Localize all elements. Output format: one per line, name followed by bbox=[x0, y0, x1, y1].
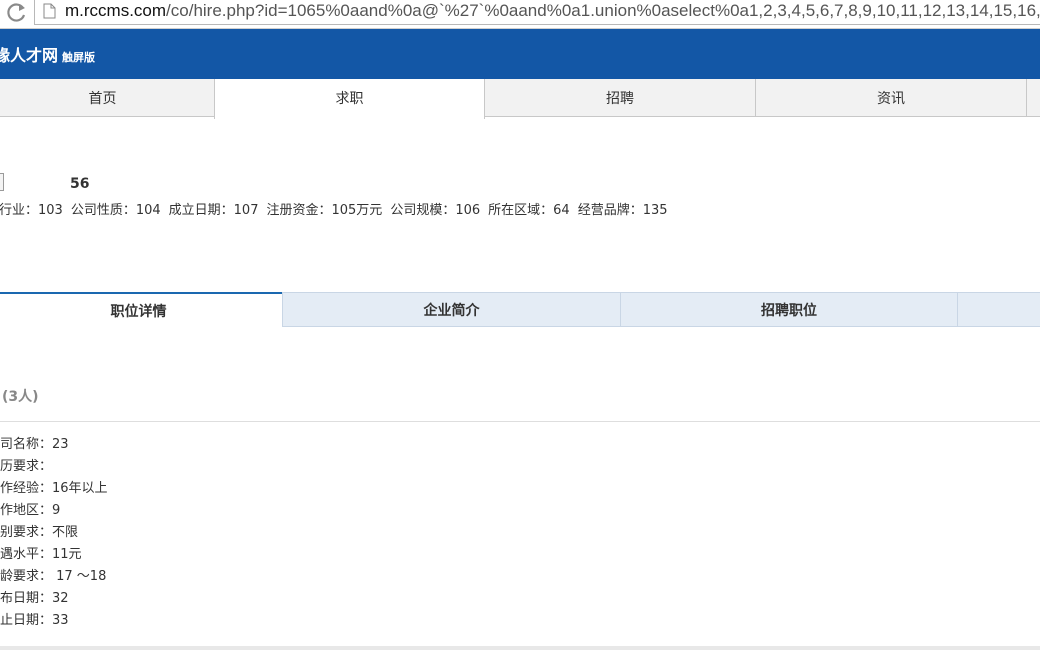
company-industry: 属行业：103 bbox=[0, 203, 63, 218]
hire-count: (3人) bbox=[2, 389, 39, 405]
site-name: 缘人才网 bbox=[0, 46, 59, 65]
detail-experience: 作经验：16年以上 bbox=[0, 481, 108, 496]
tab-job-openings[interactable]: 招聘职位 bbox=[620, 292, 958, 327]
tab-company-intro[interactable]: 企业简介 bbox=[282, 292, 621, 327]
company-region: 所在区域：64 bbox=[488, 203, 570, 218]
nav-tab-label: 招聘 bbox=[606, 91, 634, 107]
browser-address-bar: m.rccms.com/co/hire.php?id=1065%0aand%0a… bbox=[0, 0, 1040, 29]
company-size: 公司规模：106 bbox=[390, 203, 481, 218]
nav-tab-news[interactable]: 资讯 bbox=[755, 79, 1027, 117]
page-icon bbox=[43, 3, 56, 19]
detail-publish-date: 布日期：32 bbox=[0, 591, 69, 606]
reload-icon[interactable] bbox=[3, 0, 31, 24]
main-nav: 首页 求职 招聘 资讯 bbox=[0, 79, 1040, 119]
company-brand: 经营品牌：135 bbox=[577, 203, 668, 218]
detail-tabs: 职位详情 企业简介 招聘职位 bbox=[0, 292, 1040, 327]
broken-image-icon bbox=[0, 173, 4, 191]
company-name: 56 bbox=[70, 176, 90, 192]
detail-age: 龄要求： 17 ～18 bbox=[0, 569, 107, 584]
url-text: m.rccms.com/co/hire.php?id=1065%0aand%0a… bbox=[65, 1, 1040, 21]
url-path: /co/hire.php?id=1065%0aand%0a@`%27`%0aan… bbox=[166, 1, 1040, 20]
detail-salary: 遇水平：11元 bbox=[0, 547, 82, 562]
url-domain: m.rccms.com bbox=[65, 1, 167, 20]
company-capital: 注册资金：105万元 bbox=[266, 203, 383, 218]
tab-label: 企业简介 bbox=[423, 303, 480, 319]
tab-job-details[interactable]: 职位详情 bbox=[0, 292, 283, 327]
company-type: 公司性质：104 bbox=[70, 203, 161, 218]
detail-education: 历要求： bbox=[0, 459, 53, 474]
nav-tab-label: 首页 bbox=[88, 91, 117, 107]
site-header: 缘人才网 触屏版 bbox=[0, 29, 1040, 79]
nav-tab-home[interactable]: 首页 bbox=[0, 79, 215, 117]
job-details-list: 司名称：23 历要求： 作经验：16年以上 作地区：9 别要求：不限 遇水平：1… bbox=[0, 434, 108, 632]
nav-tab-label: 资讯 bbox=[877, 91, 905, 107]
detail-gender: 别要求：不限 bbox=[0, 525, 79, 540]
tab-label: 职位详情 bbox=[110, 304, 167, 320]
detail-company-name: 司名称：23 bbox=[0, 437, 69, 452]
bottom-divider bbox=[0, 646, 1040, 650]
tab-label: 招聘职位 bbox=[761, 303, 817, 319]
divider bbox=[0, 421, 1040, 422]
tab-more[interactable] bbox=[957, 292, 1040, 327]
nav-tab-jobseek[interactable]: 求职 bbox=[214, 79, 485, 119]
nav-tab-more[interactable] bbox=[1026, 79, 1040, 117]
detail-deadline: 止日期：33 bbox=[0, 613, 69, 628]
site-title[interactable]: 缘人才网 触屏版 bbox=[0, 42, 95, 66]
nav-tab-recruit[interactable]: 招聘 bbox=[484, 79, 756, 117]
company-attributes: 属行业：103 公司性质：104 成立日期：107 注册资金：105万元公司规模：10… bbox=[0, 199, 676, 218]
url-field[interactable]: m.rccms.com/co/hire.php?id=1065%0aand%0a… bbox=[34, 0, 1040, 25]
company-founded: 成立日期：107 bbox=[168, 203, 259, 218]
detail-work-area: 作地区：9 bbox=[0, 503, 61, 518]
nav-tab-label: 求职 bbox=[335, 91, 364, 107]
site-subtitle: 触屏版 bbox=[62, 51, 96, 64]
